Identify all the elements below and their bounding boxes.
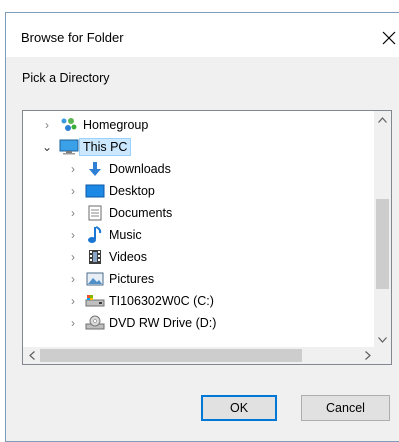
- folder-tree[interactable]: › Homegroup ⌄ This PC › Downloads › Desk…: [22, 110, 392, 365]
- horizontal-scroll-thumb[interactable]: [40, 349, 302, 362]
- tree-item-videos[interactable]: › Videos: [67, 246, 391, 268]
- tree-item-pictures[interactable]: › Pictures: [67, 268, 391, 290]
- tree-item-label: Documents: [109, 206, 173, 220]
- dialog-title: Browse for Folder: [21, 30, 124, 45]
- tree-item-label: Videos: [109, 250, 147, 264]
- vertical-scroll-thumb[interactable]: [376, 199, 389, 289]
- chevron-right-icon[interactable]: ›: [67, 294, 79, 308]
- chevron-down-icon[interactable]: ⌄: [41, 140, 53, 154]
- prompt-text: Pick a Directory: [22, 71, 110, 85]
- scroll-up-arrow-icon[interactable]: [374, 111, 391, 128]
- videos-icon: [85, 248, 105, 266]
- tree-item-dvd-drive[interactable]: › DVD RW Drive (D:): [67, 312, 391, 334]
- tree-item-label: DVD RW Drive (D:): [109, 316, 217, 330]
- desktop-icon: [85, 182, 105, 200]
- downloads-icon: [85, 160, 105, 178]
- pictures-icon: [85, 270, 105, 288]
- scrollbar-corner: [374, 347, 391, 364]
- chevron-right-icon[interactable]: ›: [67, 206, 79, 220]
- chevron-right-icon[interactable]: ›: [41, 118, 53, 132]
- dvd-drive-icon: [85, 314, 105, 332]
- tree-item-documents[interactable]: › Documents: [67, 202, 391, 224]
- chevron-right-icon[interactable]: ›: [67, 316, 79, 330]
- tree-item-music[interactable]: › Music: [67, 224, 391, 246]
- chevron-right-icon[interactable]: ›: [67, 272, 79, 286]
- tree-item-label: Pictures: [109, 272, 155, 286]
- tree-item-label: Desktop: [109, 184, 155, 198]
- homegroup-icon: [59, 116, 79, 134]
- computer-icon: [59, 138, 79, 156]
- ok-button[interactable]: OK: [201, 395, 277, 421]
- cancel-button[interactable]: Cancel: [301, 395, 390, 421]
- close-icon: [382, 31, 396, 45]
- close-button[interactable]: [374, 23, 399, 53]
- tree-item-c-drive[interactable]: › TI106302W0C (C:): [67, 290, 391, 312]
- vertical-scrollbar[interactable]: [374, 111, 391, 348]
- scroll-left-arrow-icon[interactable]: [23, 347, 40, 364]
- tree-item-label: Music: [109, 228, 142, 242]
- tree-item-homegroup[interactable]: › Homegroup: [41, 114, 381, 136]
- title-bar: Browse for Folder: [6, 13, 399, 57]
- tree-item-desktop[interactable]: › Desktop: [67, 180, 391, 202]
- tree-item-this-pc[interactable]: ⌄ This PC: [41, 136, 381, 158]
- chevron-right-icon[interactable]: ›: [67, 184, 79, 198]
- tree-item-label: TI106302W0C (C:): [109, 294, 214, 308]
- tree-item-downloads[interactable]: › Downloads: [67, 158, 391, 180]
- horizontal-scrollbar[interactable]: [23, 347, 376, 364]
- scroll-down-arrow-icon[interactable]: [374, 331, 391, 348]
- chevron-right-icon[interactable]: ›: [67, 162, 79, 176]
- chevron-right-icon[interactable]: ›: [67, 228, 79, 242]
- music-icon: [85, 226, 105, 244]
- tree-item-label: Downloads: [109, 162, 171, 176]
- tree-item-label: Homegroup: [83, 118, 149, 132]
- chevron-right-icon[interactable]: ›: [67, 250, 79, 264]
- documents-icon: [85, 204, 105, 222]
- browse-for-folder-dialog: Browse for Folder Pick a Directory › Hom…: [5, 12, 399, 442]
- tree-item-label: This PC: [79, 138, 132, 156]
- drive-icon: [85, 292, 105, 310]
